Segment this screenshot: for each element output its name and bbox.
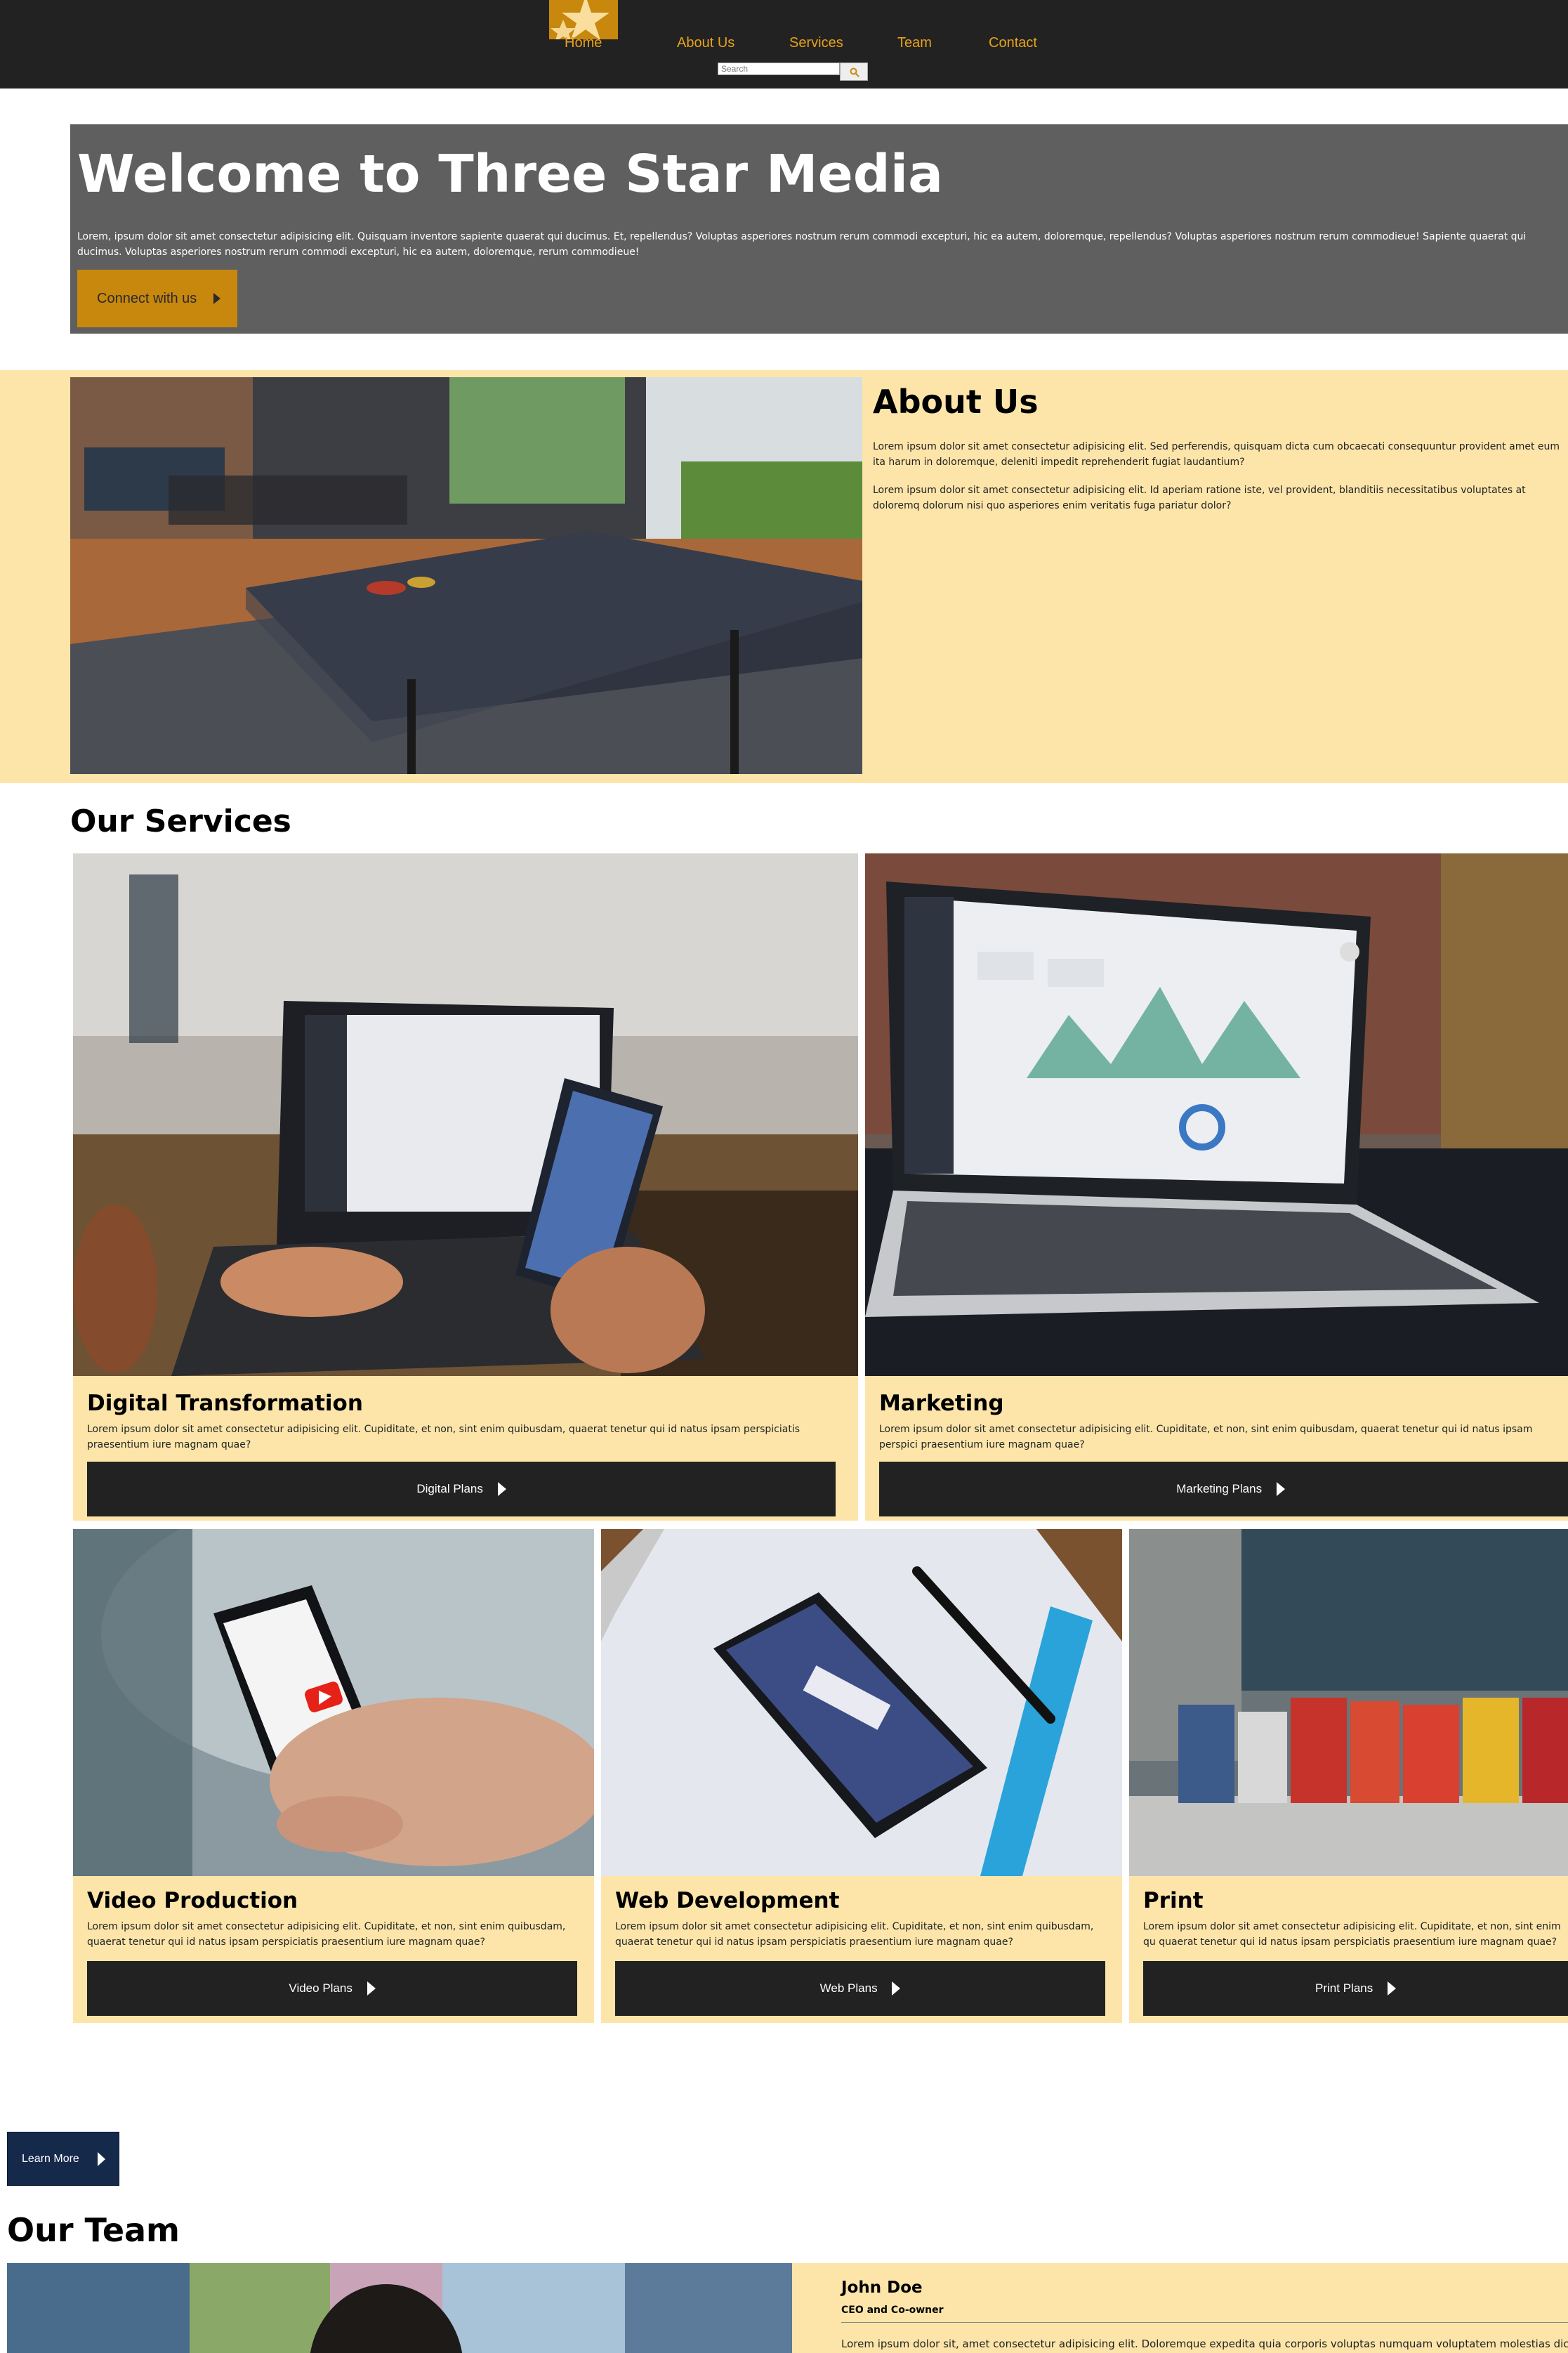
service-card-print: Print Lorem ipsum dolor sit amet consect… [1129, 1529, 1568, 2023]
service-title: Digital Transformation [87, 1391, 363, 1416]
hero-banner: Welcome to Three Star Media Lorem, ipsum… [70, 124, 1568, 334]
service-text: Lorem ipsum dolor sit amet consectetur a… [87, 1921, 566, 1948]
digital-plans-button[interactable]: Digital Plans [87, 1462, 836, 1516]
service-text: Lorem ipsum dolor sit amet consectetur a… [87, 1424, 800, 1450]
member-role: CEO and Co-owner [841, 2305, 944, 2316]
digital-plans-label: Digital Plans [416, 1481, 483, 1495]
print-plans-label: Print Plans [1315, 1981, 1373, 1995]
video-plans-button[interactable]: Video Plans [87, 1961, 577, 2016]
star-logo-icon [551, 0, 610, 39]
hero-title: Welcome to Three Star Media [77, 144, 944, 204]
marketing-plans-label: Marketing Plans [1176, 1481, 1263, 1495]
play-arrow-icon [1276, 1482, 1285, 1497]
learn-more-button[interactable]: Learn More [7, 2132, 119, 2186]
about-paragraph-2: Lorem ipsum dolor sit amet consectetur a… [873, 485, 1526, 511]
three-star-logo[interactable] [549, 0, 618, 39]
play-arrow-icon [367, 1981, 376, 1996]
nav-contact[interactable]: Contact [989, 35, 1037, 51]
service-card-web-development: Web Development Lorem ipsum dolor sit am… [601, 1529, 1122, 2023]
search-icon [850, 67, 859, 77]
nav-home[interactable]: Home [565, 35, 602, 51]
web-plans-label: Web Plans [819, 1981, 878, 1995]
web-plans-button[interactable]: Web Plans [615, 1961, 1105, 2016]
team-title: Our Team [7, 2211, 180, 2249]
service-card-video-production: Video Production Lorem ipsum dolor sit a… [73, 1529, 594, 2023]
search-input[interactable] [718, 63, 840, 75]
office-ping-pong-photo [70, 377, 862, 774]
nav-team[interactable]: Team [897, 35, 932, 51]
about-title: About Us [873, 383, 1039, 421]
team-member-card: John Doe CEO and Co-owner Lorem ipsum do… [792, 2263, 1568, 2353]
play-arrow-icon [213, 293, 220, 305]
play-arrow-icon [1387, 1981, 1396, 1996]
team-member-photo [7, 2263, 792, 2353]
laptop-phone-photo [73, 853, 858, 1376]
connect-with-us-button[interactable]: Connect with us [77, 270, 237, 327]
analytics-laptop-photo [865, 853, 1568, 1376]
youtube-phone-photo [73, 1529, 594, 1876]
print-plans-button[interactable]: Print Plans [1143, 1961, 1568, 2016]
learn-more-label: Learn More [22, 2152, 79, 2165]
member-name: John Doe [841, 2279, 923, 2297]
play-arrow-icon [98, 2151, 106, 2166]
nav-services[interactable]: Services [789, 35, 843, 51]
about-section: About Us Lorem ipsum dolor sit amet cons… [0, 370, 1568, 783]
service-title: Video Production [87, 1888, 298, 1913]
about-paragraph-1: Lorem ipsum dolor sit amet consectetur a… [873, 441, 1560, 468]
service-text: Lorem ipsum dolor sit amet consectetur a… [1143, 1921, 1561, 1948]
hero-text: Lorem, ipsum dolor sit amet consectetur … [77, 231, 1527, 258]
service-card-marketing: Marketing Lorem ipsum dolor sit amet con… [865, 853, 1568, 1521]
newspaper-boxes-photo [1129, 1529, 1568, 1876]
connect-button-label: Connect with us [97, 290, 197, 306]
member-divider [841, 2322, 1568, 2323]
navbar: Home About Us Services Team Contact [0, 0, 1568, 89]
service-card-digital-transformation: Digital Transformation Lorem ipsum dolor… [73, 853, 858, 1521]
service-text: Lorem ipsum dolor sit amet consectetur a… [879, 1424, 1533, 1450]
service-title: Web Development [615, 1888, 840, 1913]
video-plans-label: Video Plans [289, 1981, 353, 1995]
instagram-phone-notebook-photo [601, 1529, 1122, 1876]
marketing-plans-button[interactable]: Marketing Plans [879, 1462, 1568, 1516]
member-bio: Lorem ipsum dolor sit, amet consectetur … [841, 2338, 1568, 2350]
service-title: Print [1143, 1888, 1204, 1913]
service-text: Lorem ipsum dolor sit amet consectetur a… [615, 1921, 1094, 1948]
services-title: Our Services [70, 804, 291, 839]
search-button[interactable] [840, 63, 868, 81]
nav-about-us[interactable]: About Us [677, 35, 734, 51]
play-arrow-icon [892, 1981, 901, 1996]
service-title: Marketing [879, 1391, 1004, 1416]
play-arrow-icon [497, 1482, 506, 1497]
